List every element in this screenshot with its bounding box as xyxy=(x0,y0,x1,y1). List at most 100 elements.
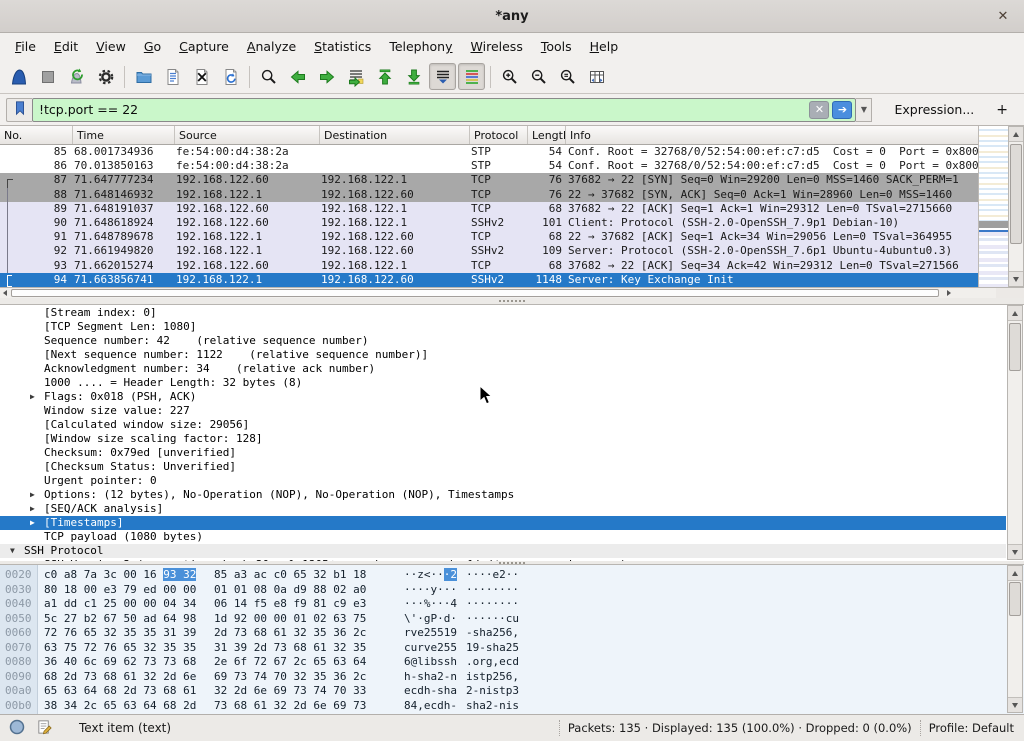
packet-list-hscrollbar[interactable] xyxy=(0,287,996,298)
hex-row-0070[interactable]: 007063 75 72 76 65 32 35 3531 39 2d 73 6… xyxy=(0,641,1005,656)
filter-add-button[interactable]: + xyxy=(996,102,1008,118)
scroll-up-arrow-icon[interactable] xyxy=(1008,566,1022,581)
toolbar-go-top-button[interactable] xyxy=(371,63,398,90)
expander-closed-icon[interactable]: ▶ xyxy=(30,516,35,530)
toolbar-capture-stop-button[interactable] xyxy=(34,63,61,90)
menu-item-go[interactable]: Go xyxy=(135,35,170,58)
hex-row-0060[interactable]: 006072 76 65 32 35 35 31 392d 73 68 61 3… xyxy=(0,626,1005,641)
packet-bytes-vscrollbar[interactable] xyxy=(1007,565,1023,713)
packet-row-88[interactable]: 8871.648146932192.168.122.1192.168.122.6… xyxy=(0,188,978,202)
toolbar-find-packet-button[interactable] xyxy=(255,63,282,90)
column-header-info[interactable]: Info xyxy=(566,126,978,144)
detail-row-7[interactable]: Window size value: 227 xyxy=(0,404,1006,418)
detail-row-1[interactable]: [TCP Segment Len: 1080] xyxy=(0,320,1006,334)
packet-list-vscrollbar[interactable] xyxy=(1008,126,1024,287)
column-header-protocol[interactable]: Protocol xyxy=(470,126,528,144)
scrollbar-thumb[interactable] xyxy=(1010,144,1022,244)
hex-row-0020[interactable]: 0020c0 a8 7a 3c 00 16 93 3285 a3 ac c0 6… xyxy=(0,568,1005,583)
toolbar-file-save-button[interactable] xyxy=(159,63,186,90)
scroll-left-arrow-icon[interactable] xyxy=(0,289,10,298)
intelligent-scrollbar-minimap[interactable] xyxy=(978,126,1008,287)
menu-item-view[interactable]: View xyxy=(87,35,135,58)
hex-row-0030[interactable]: 003080 18 00 e3 79 ed 00 0001 01 08 0a d… xyxy=(0,583,1005,598)
column-header-length[interactable]: Length xyxy=(528,126,566,144)
filter-bookmark-button[interactable] xyxy=(6,98,32,122)
packet-detail-vscrollbar[interactable] xyxy=(1007,305,1023,560)
profile-selector[interactable]: Profile: Default xyxy=(929,721,1014,735)
filter-history-dropdown[interactable]: ▼ xyxy=(856,98,872,122)
menu-item-wireless[interactable]: Wireless xyxy=(462,35,532,58)
expander-closed-icon[interactable]: ▶ xyxy=(30,502,35,516)
filter-apply-button[interactable]: ➔ xyxy=(832,101,852,119)
detail-row-3[interactable]: [Next sequence number: 1122 (relative se… xyxy=(0,348,1006,362)
toolbar-go-to-packet-button[interactable] xyxy=(342,63,369,90)
packet-row-92[interactable]: 9271.661949820192.168.122.1192.168.122.6… xyxy=(0,244,978,258)
scroll-up-arrow-icon[interactable] xyxy=(1009,127,1023,142)
detail-row-4[interactable]: Acknowledgment number: 34 (relative ack … xyxy=(0,362,1006,376)
detail-row-9[interactable]: [Window size scaling factor: 128] xyxy=(0,432,1006,446)
toolbar-file-open-button[interactable] xyxy=(130,63,157,90)
scrollbar-thumb[interactable] xyxy=(1009,323,1021,371)
toolbar-zoom-in-button[interactable] xyxy=(496,63,523,90)
detail-row-17[interactable]: ▼SSH Protocol xyxy=(0,544,1006,558)
scrollbar-thumb[interactable] xyxy=(1009,582,1021,616)
expander-open-icon[interactable]: ▼ xyxy=(10,544,15,558)
toolbar-resize-columns-button[interactable] xyxy=(583,63,610,90)
hex-row-00b0[interactable]: 00b038 34 2c 65 63 64 68 2d73 68 61 32 2… xyxy=(0,699,1005,714)
close-icon[interactable]: ✕ xyxy=(994,7,1012,25)
toolbar-zoom-out-button[interactable] xyxy=(525,63,552,90)
expander-closed-icon[interactable]: ▶ xyxy=(30,390,35,404)
expander-closed-icon[interactable]: ▶ xyxy=(30,488,35,502)
toolbar-go-bottom-button[interactable] xyxy=(400,63,427,90)
hex-row-0090[interactable]: 009068 2d 73 68 61 32 2d 6e69 73 74 70 3… xyxy=(0,670,1005,685)
hex-row-00a0[interactable]: 00a065 63 64 68 2d 73 68 6132 2d 6e 69 7… xyxy=(0,684,1005,699)
toolbar-auto-scroll-button[interactable] xyxy=(429,63,456,90)
toolbar-go-forward-button[interactable] xyxy=(313,63,340,90)
packet-row-94[interactable]: 9471.663856741192.168.122.1192.168.122.6… xyxy=(0,273,978,287)
toolbar-capture-options-button[interactable] xyxy=(92,63,119,90)
scroll-up-arrow-icon[interactable] xyxy=(1008,306,1022,321)
column-header-time[interactable]: Time xyxy=(73,126,175,144)
column-header-destination[interactable]: Destination xyxy=(320,126,470,144)
capture-comment-button[interactable] xyxy=(36,718,53,739)
packet-row-86[interactable]: 8670.013850163fe:54:00:d4:38:2aSTP54Conf… xyxy=(0,159,978,173)
toolbar-file-reload-button[interactable] xyxy=(217,63,244,90)
display-filter-input[interactable] xyxy=(33,100,809,120)
detail-row-12[interactable]: Urgent pointer: 0 xyxy=(0,474,1006,488)
scroll-right-arrow-icon[interactable] xyxy=(944,289,954,298)
hex-row-0050[interactable]: 00505c 27 b2 67 50 ad 64 981d 92 00 00 0… xyxy=(0,612,1005,627)
toolbar-zoom-100-button[interactable] xyxy=(554,63,581,90)
toolbar-go-back-button[interactable] xyxy=(284,63,311,90)
detail-row-13[interactable]: ▶Options: (12 bytes), No-Operation (NOP)… xyxy=(0,488,1006,502)
packet-row-93[interactable]: 9371.662015274192.168.122.60192.168.122.… xyxy=(0,259,978,273)
menu-item-telephony[interactable]: Telephony xyxy=(380,35,461,58)
detail-row-8[interactable]: [Calculated window size: 29056] xyxy=(0,418,1006,432)
packet-row-87[interactable]: 8771.647777234192.168.122.60192.168.122.… xyxy=(0,173,978,187)
packet-row-85[interactable]: 8568.001734936fe:54:00:d4:38:2aSTP54Conf… xyxy=(0,145,978,159)
scroll-down-arrow-icon[interactable] xyxy=(1008,544,1022,559)
menu-item-statistics[interactable]: Statistics xyxy=(305,35,380,58)
menu-item-capture[interactable]: Capture xyxy=(170,35,238,58)
menu-item-file[interactable]: File xyxy=(6,35,45,58)
hscrollbar-thumb[interactable] xyxy=(11,289,939,297)
detail-row-0[interactable]: [Stream index: 0] xyxy=(0,306,1006,320)
column-header-source[interactable]: Source xyxy=(175,126,320,144)
detail-row-6[interactable]: ▶Flags: 0x018 (PSH, ACK) xyxy=(0,390,1006,404)
detail-row-11[interactable]: [Checksum Status: Unverified] xyxy=(0,460,1006,474)
expert-info-button[interactable] xyxy=(8,718,26,739)
detail-row-16[interactable]: TCP payload (1080 bytes) xyxy=(0,530,1006,544)
toolbar-file-close-button[interactable] xyxy=(188,63,215,90)
detail-row-2[interactable]: Sequence number: 42 (relative sequence n… xyxy=(0,334,1006,348)
scroll-down-arrow-icon[interactable] xyxy=(1009,271,1023,286)
toolbar-capture-restart-button[interactable] xyxy=(63,63,90,90)
menu-item-edit[interactable]: Edit xyxy=(45,35,87,58)
menu-item-tools[interactable]: Tools xyxy=(532,35,581,58)
detail-row-14[interactable]: ▶[SEQ/ACK analysis] xyxy=(0,502,1006,516)
column-header-no[interactable]: No. xyxy=(0,126,73,144)
filter-clear-button[interactable]: ✕ xyxy=(809,101,829,119)
toolbar-colorize-button[interactable] xyxy=(458,63,485,90)
hex-row-0040[interactable]: 0040a1 dd c1 25 00 00 04 3406 14 f5 e8 f… xyxy=(0,597,1005,612)
menu-item-analyze[interactable]: Analyze xyxy=(238,35,305,58)
hex-row-0080[interactable]: 008036 40 6c 69 62 73 73 682e 6f 72 67 2… xyxy=(0,655,1005,670)
scroll-down-arrow-icon[interactable] xyxy=(1008,697,1022,712)
